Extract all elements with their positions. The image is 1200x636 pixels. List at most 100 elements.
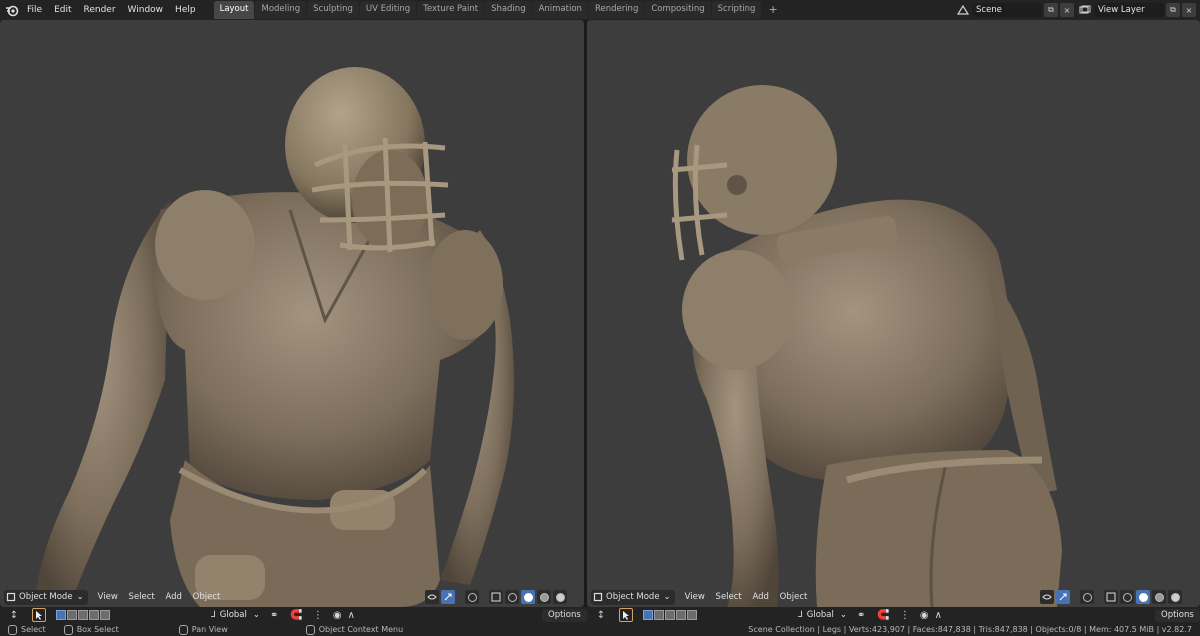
viewport-left-header: Object Mode ⌄ View Select Add Object	[4, 589, 228, 605]
xray-icon[interactable]	[489, 590, 503, 604]
select-tool-icon[interactable]	[32, 608, 46, 622]
tab-rendering[interactable]: Rendering	[588, 1, 645, 19]
tab-sculpting[interactable]: Sculpting	[307, 1, 359, 19]
menu-select[interactable]: Select	[716, 592, 742, 602]
viewport-right-shading	[1040, 589, 1184, 605]
gizmo-icon[interactable]	[441, 590, 455, 604]
view-object-types-icon[interactable]	[425, 590, 439, 604]
menu-view[interactable]: View	[98, 592, 118, 602]
options-button-right[interactable]: Options	[1155, 609, 1200, 622]
viewport-right-header: Object Mode ⌄ View Select Add Object	[591, 589, 815, 605]
overlays-icon[interactable]	[1080, 590, 1094, 604]
object-mode-dropdown[interactable]: Object Mode ⌄	[591, 589, 675, 605]
solid-shading-icon[interactable]	[521, 590, 535, 604]
tool-settings-right: ↕ ⅃ Global ⌄ ⚭ 🧲 ⋮ ◉ ∧	[595, 607, 1155, 623]
falloff-icon[interactable]: ∧	[935, 610, 942, 621]
tab-compositing[interactable]: Compositing	[645, 1, 711, 19]
select-new-icon[interactable]	[643, 610, 653, 620]
chevron-down-icon: ⌄	[663, 592, 671, 602]
cube-icon	[593, 592, 603, 602]
menu-select[interactable]: Select	[129, 592, 155, 602]
wireframe-shading-icon[interactable]	[505, 590, 519, 604]
mouse-middle-icon	[178, 624, 188, 635]
select-new-icon[interactable]	[56, 610, 66, 620]
select-extend-icon[interactable]	[67, 610, 77, 620]
select-intersect-icon[interactable]	[687, 610, 697, 620]
status-select: Select	[8, 624, 46, 635]
falloff-icon[interactable]: ∧	[348, 610, 355, 621]
menu-edit[interactable]: Edit	[48, 0, 77, 20]
pivot-icon[interactable]: ⚭	[857, 610, 865, 621]
cube-icon	[6, 592, 16, 602]
select-subtract-icon[interactable]	[665, 610, 675, 620]
tab-layout[interactable]: Layout	[213, 1, 255, 19]
menu-add[interactable]: Add	[165, 592, 181, 602]
select-invert-icon[interactable]	[89, 610, 99, 620]
view-layer-icon[interactable]	[1076, 2, 1094, 18]
menu-object[interactable]: Object	[780, 592, 808, 602]
viewport-left[interactable]: Object Mode ⌄ View Select Add Object	[0, 20, 584, 607]
tab-animation[interactable]: Animation	[532, 1, 588, 19]
select-tool-icon[interactable]	[619, 608, 633, 622]
view-layer-field[interactable]: View Layer	[1094, 3, 1164, 17]
delete-scene-icon[interactable]: ×	[1060, 3, 1074, 17]
menu-object[interactable]: Object	[193, 592, 221, 602]
solid-shading-icon[interactable]	[1136, 590, 1150, 604]
wireframe-shading-icon[interactable]	[1120, 590, 1134, 604]
material-shading-icon[interactable]	[1152, 590, 1166, 604]
menu-add[interactable]: Add	[752, 592, 768, 602]
object-mode-dropdown[interactable]: Object Mode ⌄	[4, 589, 88, 605]
menu-view[interactable]: View	[685, 592, 705, 602]
mouse-left-icon	[8, 624, 17, 635]
select-invert-icon[interactable]	[676, 610, 686, 620]
chevron-down-icon: ⌄	[76, 592, 84, 602]
proportional-edit-icon[interactable]: ◉	[920, 610, 929, 621]
tab-modeling[interactable]: Modeling	[255, 1, 307, 19]
football-player-front-model	[35, 67, 514, 607]
menu-help[interactable]: Help	[169, 0, 202, 20]
orientation-label: Global	[219, 610, 247, 620]
status-box-select-label: Box Select	[76, 625, 119, 634]
status-bar: Select Box Select Pan View Object Contex…	[0, 623, 1200, 636]
mode-label: Object Mode	[606, 592, 660, 602]
overlays-icon[interactable]	[465, 590, 479, 604]
add-workspace-button[interactable]: +	[762, 1, 783, 19]
orientation-icon: ⅃	[798, 610, 803, 620]
new-scene-icon[interactable]: ⧉	[1044, 3, 1058, 17]
snap-icon[interactable]: 🧲	[877, 610, 889, 621]
tab-scripting[interactable]: Scripting	[711, 1, 762, 19]
select-subtract-icon[interactable]	[78, 610, 88, 620]
proportional-edit-icon[interactable]: ◉	[333, 610, 342, 621]
tab-shading[interactable]: Shading	[485, 1, 532, 19]
rendered-shading-icon[interactable]	[553, 590, 567, 604]
select-extend-icon[interactable]	[654, 610, 664, 620]
menu-render[interactable]: Render	[78, 0, 122, 20]
tab-texture-paint[interactable]: Texture Paint	[417, 1, 485, 19]
transform-orientation-dropdown[interactable]: ⅃ Global ⌄	[798, 610, 847, 620]
select-intersect-icon[interactable]	[100, 610, 110, 620]
menu-window[interactable]: Window	[122, 0, 170, 20]
blender-logo-icon[interactable]	[3, 1, 21, 19]
gizmo-icon[interactable]	[1056, 590, 1070, 604]
transform-orientation-dropdown[interactable]: ⅃ Global ⌄	[211, 610, 260, 620]
scene-statistics: Scene Collection | Legs | Verts:423,907 …	[748, 625, 1192, 634]
viewport-right[interactable]: Object Mode ⌄ View Select Add Object	[587, 20, 1200, 607]
options-button-left[interactable]: Options	[542, 609, 587, 622]
scene-icon[interactable]	[954, 2, 972, 18]
snap-target-icon[interactable]: ⋮	[313, 610, 323, 621]
snap-icon[interactable]: 🧲	[290, 610, 302, 621]
delete-view-layer-icon[interactable]: ×	[1182, 3, 1196, 17]
tool-icon[interactable]: ↕	[595, 610, 607, 621]
mouse-right-icon	[305, 624, 315, 635]
pivot-icon[interactable]: ⚭	[270, 610, 278, 621]
tool-icon[interactable]: ↕	[8, 610, 20, 621]
view-object-types-icon[interactable]	[1040, 590, 1054, 604]
menu-file[interactable]: File	[21, 0, 48, 20]
new-view-layer-icon[interactable]: ⧉	[1166, 3, 1180, 17]
tab-uv-editing[interactable]: UV Editing	[359, 1, 417, 19]
material-shading-icon[interactable]	[537, 590, 551, 604]
xray-icon[interactable]	[1104, 590, 1118, 604]
rendered-shading-icon[interactable]	[1168, 590, 1182, 604]
snap-target-icon[interactable]: ⋮	[900, 610, 910, 621]
scene-field[interactable]: Scene	[972, 3, 1042, 17]
